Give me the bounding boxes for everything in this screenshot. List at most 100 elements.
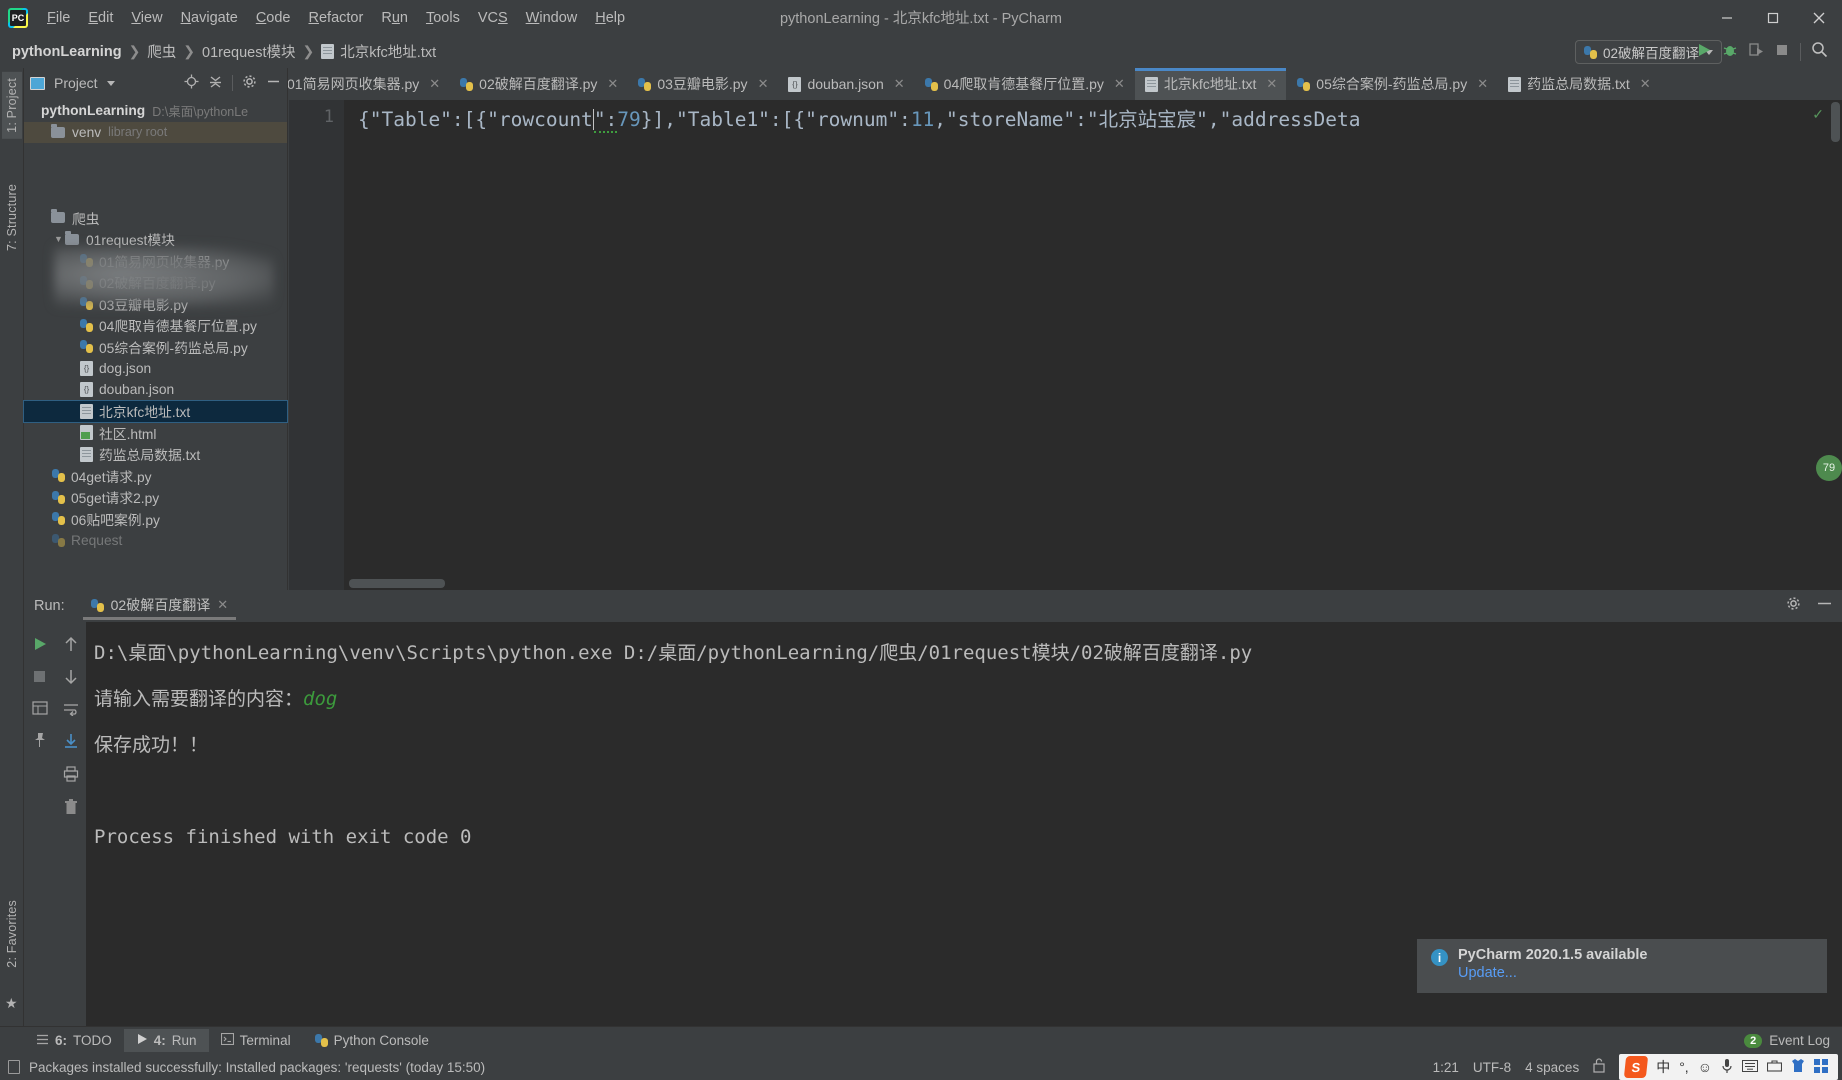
editor-content[interactable]: {"Table":[{"rowcount":79}],"Table1":[{"r… [344,100,1828,590]
sidebar-tab-structure[interactable]: 7: Structure [2,178,22,257]
down-arrow-icon[interactable] [64,669,78,688]
breadcrumb-project[interactable]: pythonLearning [12,44,122,60]
up-arrow-icon[interactable] [64,636,78,655]
close-icon[interactable]: ✕ [894,76,905,92]
tree-item-file[interactable]: 药监总局数据.txt [24,444,287,466]
hide-panel-icon[interactable] [266,74,281,92]
editor-tab[interactable]: 04爬取肯德基餐厅位置.py ✕ [915,68,1135,100]
menu-refactor[interactable]: Refactor [300,5,373,31]
tree-item-file-clipped[interactable]: Request [24,530,287,552]
run-button[interactable] [1696,42,1712,63]
editor-tab-active[interactable]: 北京kfc地址.txt ✕ [1134,68,1288,100]
menu-navigate[interactable]: Navigate [172,5,247,31]
editor-tab[interactable]: douban.json ✕ [778,68,915,100]
tree-item-file[interactable]: 05get请求2.py [24,487,287,509]
star-icon[interactable]: ★ [5,995,18,1012]
ime-tray-widget[interactable]: S 中 °, ☺ [1619,1054,1838,1080]
scroll-to-end-icon[interactable] [63,733,79,752]
sogou-input-icon[interactable]: S [1624,1056,1649,1078]
bottom-tab-terminal[interactable]: Terminal [209,1029,303,1052]
tree-item-file[interactable]: 04爬取肯德基餐厅位置.py [24,315,287,337]
caret-position[interactable]: 1:21 [1433,1060,1459,1075]
notification-update-link[interactable]: Update... [1458,965,1647,981]
debug-button[interactable] [1722,42,1738,63]
maximize-button[interactable] [1750,0,1796,35]
editor-tab[interactable]: 药监总局数据.txt ✕ [1498,68,1661,100]
scrollbar-thumb[interactable] [1831,102,1840,142]
bottom-tab-run[interactable]: 4: Run [123,1029,209,1052]
indent-setting[interactable]: 4 spaces [1525,1060,1579,1075]
scroll-hint-badge[interactable]: 79 [1816,455,1842,481]
run-tab[interactable]: 02破解百度翻译 ✕ [82,592,237,620]
sidebar-tab-project[interactable]: 1: Project [2,72,22,139]
ime-keyboard-icon[interactable] [1742,1059,1758,1075]
ime-skin-icon[interactable] [1791,1058,1805,1076]
menu-code[interactable]: Code [247,5,300,31]
menu-file[interactable]: File [38,5,79,31]
close-icon[interactable]: ✕ [429,76,440,92]
tree-item-crawler[interactable]: 爬虫 [24,207,287,229]
breadcrumb-folder-request[interactable]: 01request模块 [202,41,296,62]
editor-vertical-scrollbar[interactable] [1828,100,1842,590]
print-icon[interactable] [63,766,79,785]
search-everywhere-icon[interactable] [1811,41,1828,63]
stop-button[interactable] [1774,42,1790,63]
lock-icon[interactable] [1593,1058,1605,1076]
run-with-coverage-button[interactable] [1748,42,1764,63]
close-icon[interactable]: ✕ [1266,76,1277,92]
tree-item-file[interactable]: dog.json [24,358,287,380]
sidebar-tab-favorites[interactable]: 2: Favorites [2,894,22,974]
rerun-icon[interactable] [32,636,48,655]
ime-emoji-icon[interactable]: ☺ [1698,1059,1712,1075]
menu-tools[interactable]: Tools [417,5,469,31]
bottom-tab-python-console[interactable]: Python Console [303,1029,441,1052]
menu-window[interactable]: Window [517,5,587,31]
editor-tab[interactable]: 02破解百度翻译.py ✕ [450,68,629,100]
pin-icon[interactable] [32,732,48,751]
trash-icon[interactable] [64,799,78,818]
tree-item-file[interactable]: 社区.html [24,422,287,444]
close-icon[interactable]: ✕ [607,76,618,92]
ime-mic-icon[interactable] [1721,1058,1733,1077]
menu-edit[interactable]: Edit [79,5,122,31]
tree-item-venv[interactable]: venv library root [24,121,287,143]
soft-wrap-icon[interactable] [63,702,79,719]
breadcrumb-file[interactable]: 北京kfc地址.txt [340,41,436,62]
file-encoding[interactable]: UTF-8 [1473,1060,1511,1075]
inspection-status-icon[interactable]: ✓ [1812,106,1824,123]
editor-tab[interactable]: 05综合案例-药监总局.py ✕ [1287,68,1499,100]
close-icon[interactable]: ✕ [217,597,228,613]
ime-apps-icon[interactable] [1814,1058,1828,1076]
chevron-down-icon[interactable] [106,80,115,86]
bottom-tab-todo[interactable]: 6: TODO [24,1029,124,1053]
close-icon[interactable]: ✕ [1477,76,1488,92]
close-icon[interactable]: ✕ [1114,76,1125,92]
close-icon[interactable]: ✕ [1640,76,1651,92]
minimize-button[interactable] [1704,0,1750,35]
gear-icon[interactable] [242,74,257,92]
gear-icon[interactable] [1786,596,1801,616]
ime-language-icon[interactable]: 中 [1656,1057,1670,1077]
close-icon[interactable]: ✕ [758,76,769,92]
breadcrumb-folder-crawler[interactable]: 爬虫 [147,41,176,62]
menu-run[interactable]: Run [372,5,417,31]
tree-item-file-selected[interactable]: 北京kfc地址.txt [23,399,288,423]
notification-balloon[interactable]: i PyCharm 2020.1.5 available Update... [1417,939,1827,993]
collapse-arrow-icon[interactable]: ▼ [52,234,65,244]
tree-root[interactable]: pythonLearning D:\桌面\pythonLe [24,100,287,122]
code-editor[interactable]: 1 {"Table":[{"rowcount":79}],"Table1":[{… [289,100,1842,590]
stop-icon[interactable] [32,669,47,687]
locate-icon[interactable] [184,74,199,92]
editor-tab[interactable]: 03豆瓣电影.py ✕ [628,68,779,100]
ime-toolbox-icon[interactable] [1766,1059,1783,1075]
tree-item-file[interactable]: 05综合案例-药监总局.py [24,336,287,358]
collapse-all-icon[interactable] [208,74,223,92]
ime-punctuation-icon[interactable]: °, [1679,1059,1689,1075]
event-log-button[interactable]: 2 Event Log [1744,1033,1830,1048]
hide-panel-icon[interactable] [1817,596,1832,616]
close-button[interactable] [1796,0,1842,35]
menu-vcs[interactable]: VCS [469,5,517,31]
tree-item-file[interactable]: douban.json [24,379,287,401]
menu-help[interactable]: Help [586,5,634,31]
tree-item-file[interactable]: 04get请求.py [24,465,287,487]
